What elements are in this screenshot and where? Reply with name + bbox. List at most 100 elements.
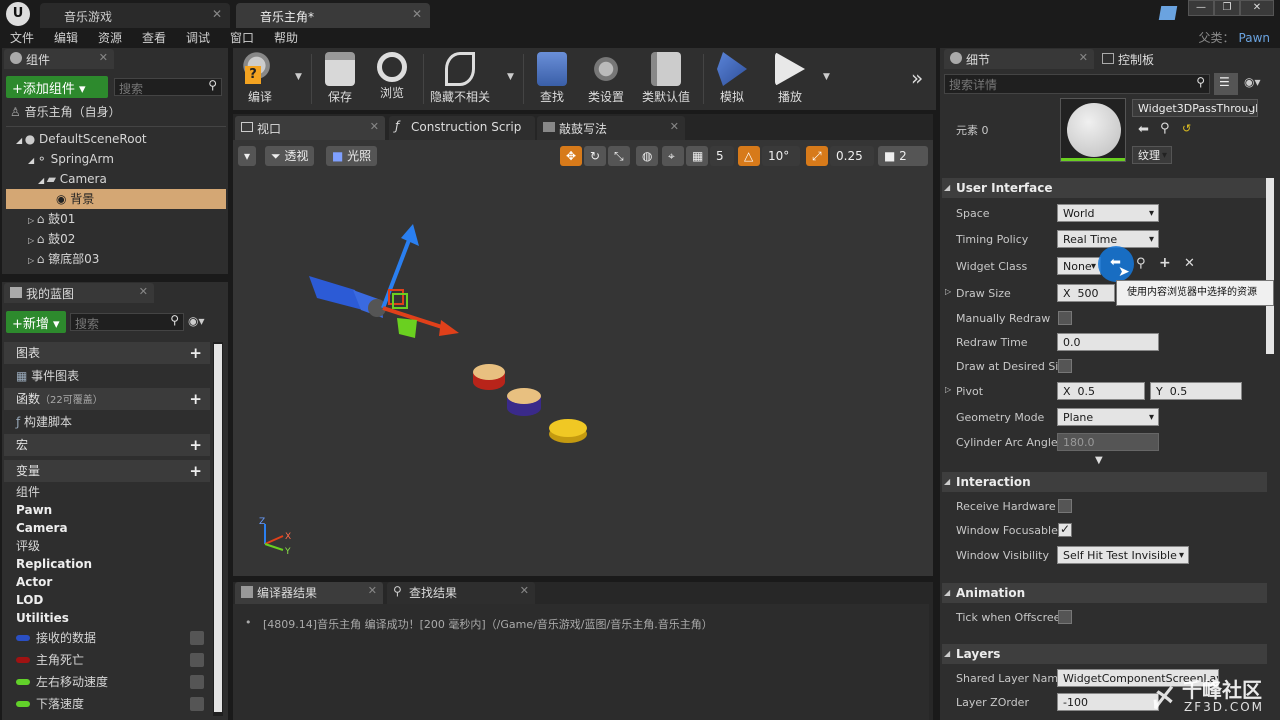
close-icon[interactable]: ✕ [1079,51,1088,64]
menu-window[interactable]: 窗口 [230,29,254,46]
cylinder-arc-input[interactable]: 180.0 [1057,433,1159,451]
tab-details[interactable]: 细节 ✕ [944,49,1094,69]
tree-item-springarm[interactable]: ◢ ⚬ SpringArm [6,149,226,169]
section-user-interface[interactable]: User Interface [942,178,1267,198]
clear-icon[interactable]: ✕ [1184,256,1195,271]
tab-viewport[interactable]: 视口 ✕ [235,116,385,140]
add-variable-button[interactable]: + [189,460,202,482]
pivot-x-input[interactable]: X 0.5 [1057,382,1145,400]
tab-compiler-results[interactable]: 编译器结果 ✕ [235,582,383,604]
scrollbar-track[interactable] [213,342,223,716]
section-interaction[interactable]: Interaction [942,472,1267,492]
material-combo[interactable]: Widget3DPassThrough [1132,99,1258,117]
menu-view[interactable]: 查看 [142,29,166,46]
plus-icon[interactable]: + [1159,255,1171,271]
simulate-button[interactable]: 模拟 [707,52,757,105]
add-macro-button[interactable]: + [189,434,202,456]
camera-mesh[interactable] [309,276,386,318]
doc-tab-music-game[interactable]: 音乐游戏 ✕ [40,3,230,28]
tree-item-cymbal[interactable]: ▷ ⌂ 镲底部03 [6,249,226,269]
reset-icon[interactable]: ↺ [1182,122,1191,135]
component-root-row[interactable]: ♙ 音乐主角（自身） [6,102,226,122]
material-thumbnail[interactable] [1060,98,1126,162]
toolbar-overflow-button[interactable]: » [911,66,923,90]
geometry-mode-dropdown[interactable]: Plane [1057,408,1159,427]
cymbal[interactable] [549,419,587,443]
layer-zorder-input[interactable]: -100 [1057,693,1159,711]
draw-desired-checkbox[interactable] [1058,359,1072,373]
property-matrix-button[interactable]: ☰ [1214,73,1238,95]
close-icon[interactable]: ✕ [370,120,379,133]
tree-item-camera[interactable]: ◢ ▰ Camera [6,169,226,189]
maximize-button[interactable]: ❐ [1214,0,1240,16]
new-button[interactable]: +新增 ▾ [6,311,66,333]
viewport-scene[interactable]: Z X Y [233,140,933,576]
add-graph-button[interactable]: + [189,342,202,364]
blueprint-search-input[interactable]: 搜索 ⚲ [70,313,184,331]
caret-down-icon[interactable]: ▼ [295,72,302,82]
texture-dropdown[interactable]: 纹理 [1132,146,1172,165]
transform-gizmo[interactable] [381,224,459,338]
category-replication[interactable]: Replication [4,555,210,573]
pivot-y-input[interactable]: Y 0.5 [1150,382,1242,400]
close-icon[interactable]: ✕ [139,285,148,298]
compile-button[interactable]: ? 编译 [235,52,285,105]
section-functions[interactable]: 函数（22可覆盖） + [4,388,210,410]
drum-02[interactable] [507,388,541,416]
source-control-icon[interactable] [1158,6,1178,20]
construction-script-item[interactable]: ƒ 构建脚本 [4,413,210,431]
details-scrollbar-thumb[interactable] [1266,178,1274,354]
doc-tab-music-player[interactable]: 音乐主角* ✕ [236,3,430,28]
expand-icon[interactable]: ▷ [945,385,951,394]
close-icon[interactable]: ✕ [368,584,377,597]
viewport[interactable]: ▾ ⏷ 透视 ■ 光照 ✥ ↻ ⤡ ◍ ⌖ ▦ 5 △ 10° ⤢ 0.25 ■… [233,140,933,576]
section-animation[interactable]: Animation [942,583,1267,603]
space-dropdown[interactable]: World [1057,204,1159,223]
tab-palette[interactable]: 控制板 [1096,49,1226,69]
browse-button[interactable]: 浏览 [367,52,417,101]
close-icon[interactable]: ✕ [412,7,422,21]
eye-icon[interactable]: ◉▾ [188,314,205,328]
event-graph-item[interactable]: ▦ 事件图表 [4,367,210,385]
timing-policy-dropdown[interactable]: Real Time [1057,230,1159,249]
window-visibility-dropdown[interactable]: Self Hit Test Invisible [1057,546,1189,565]
menu-file[interactable]: 文件 [10,29,34,46]
browse-icon[interactable]: ⚲ [1136,256,1146,271]
window-focusable-checkbox[interactable] [1058,522,1072,537]
close-icon[interactable]: ✕ [99,51,108,64]
tab-drum-graph[interactable]: 敲鼓写法 ✕ [537,116,685,140]
close-icon[interactable]: ✕ [212,7,222,21]
tab-my-blueprint[interactable]: 我的蓝图 ✕ [4,283,154,303]
visibility-eye-icon[interactable] [190,697,204,711]
tree-item-drum01[interactable]: ▷ ⌂ 鼓01 [6,209,226,229]
variable-row[interactable]: 左右移动速度 [4,673,210,695]
category-lod[interactable]: LOD [4,591,210,609]
add-function-button[interactable]: + [189,388,202,410]
parent-class-link[interactable]: Pawn [1239,31,1270,45]
minimize-button[interactable]: — [1188,0,1214,16]
section-macros[interactable]: 宏 + [4,434,210,456]
tab-find-results[interactable]: ⚲ 查找结果 ✕ [387,582,535,604]
arrow-left-icon[interactable]: ⬅ [1138,122,1149,137]
tree-item-drum02[interactable]: ▷ ⌂ 鼓02 [6,229,226,249]
category-pawn[interactable]: Pawn [4,501,210,519]
visibility-eye-icon[interactable] [190,653,204,667]
menu-edit[interactable]: 编辑 [54,29,78,46]
tree-item-background[interactable]: ◉ 背景 [6,189,226,209]
manually-redraw-checkbox[interactable] [1058,311,1072,325]
class-settings-button[interactable]: 类设置 [581,52,631,105]
section-graphs[interactable]: 图表 + [4,342,210,364]
tree-item-scene-root[interactable]: ◢ ● DefaultSceneRoot [6,129,226,149]
menu-help[interactable]: 帮助 [274,29,298,46]
tab-construction-script[interactable]: ƒ Construction Scrip [389,116,535,140]
category-components[interactable]: 组件 [4,483,210,501]
components-search-input[interactable]: 搜索 ⚲ [114,78,222,96]
variable-row[interactable]: 接收的数据 [4,629,210,651]
variable-row[interactable]: 下落速度 [4,695,210,717]
tab-components[interactable]: 组件 ✕ [4,49,114,69]
eye-icon[interactable]: ◉▾ [1244,75,1261,89]
menu-debug[interactable]: 调试 [186,29,210,46]
draw-size-x-input[interactable]: X 500 [1057,284,1115,302]
class-defaults-button[interactable]: 类默认值 [641,52,691,105]
category-camera[interactable]: Camera [4,519,210,537]
